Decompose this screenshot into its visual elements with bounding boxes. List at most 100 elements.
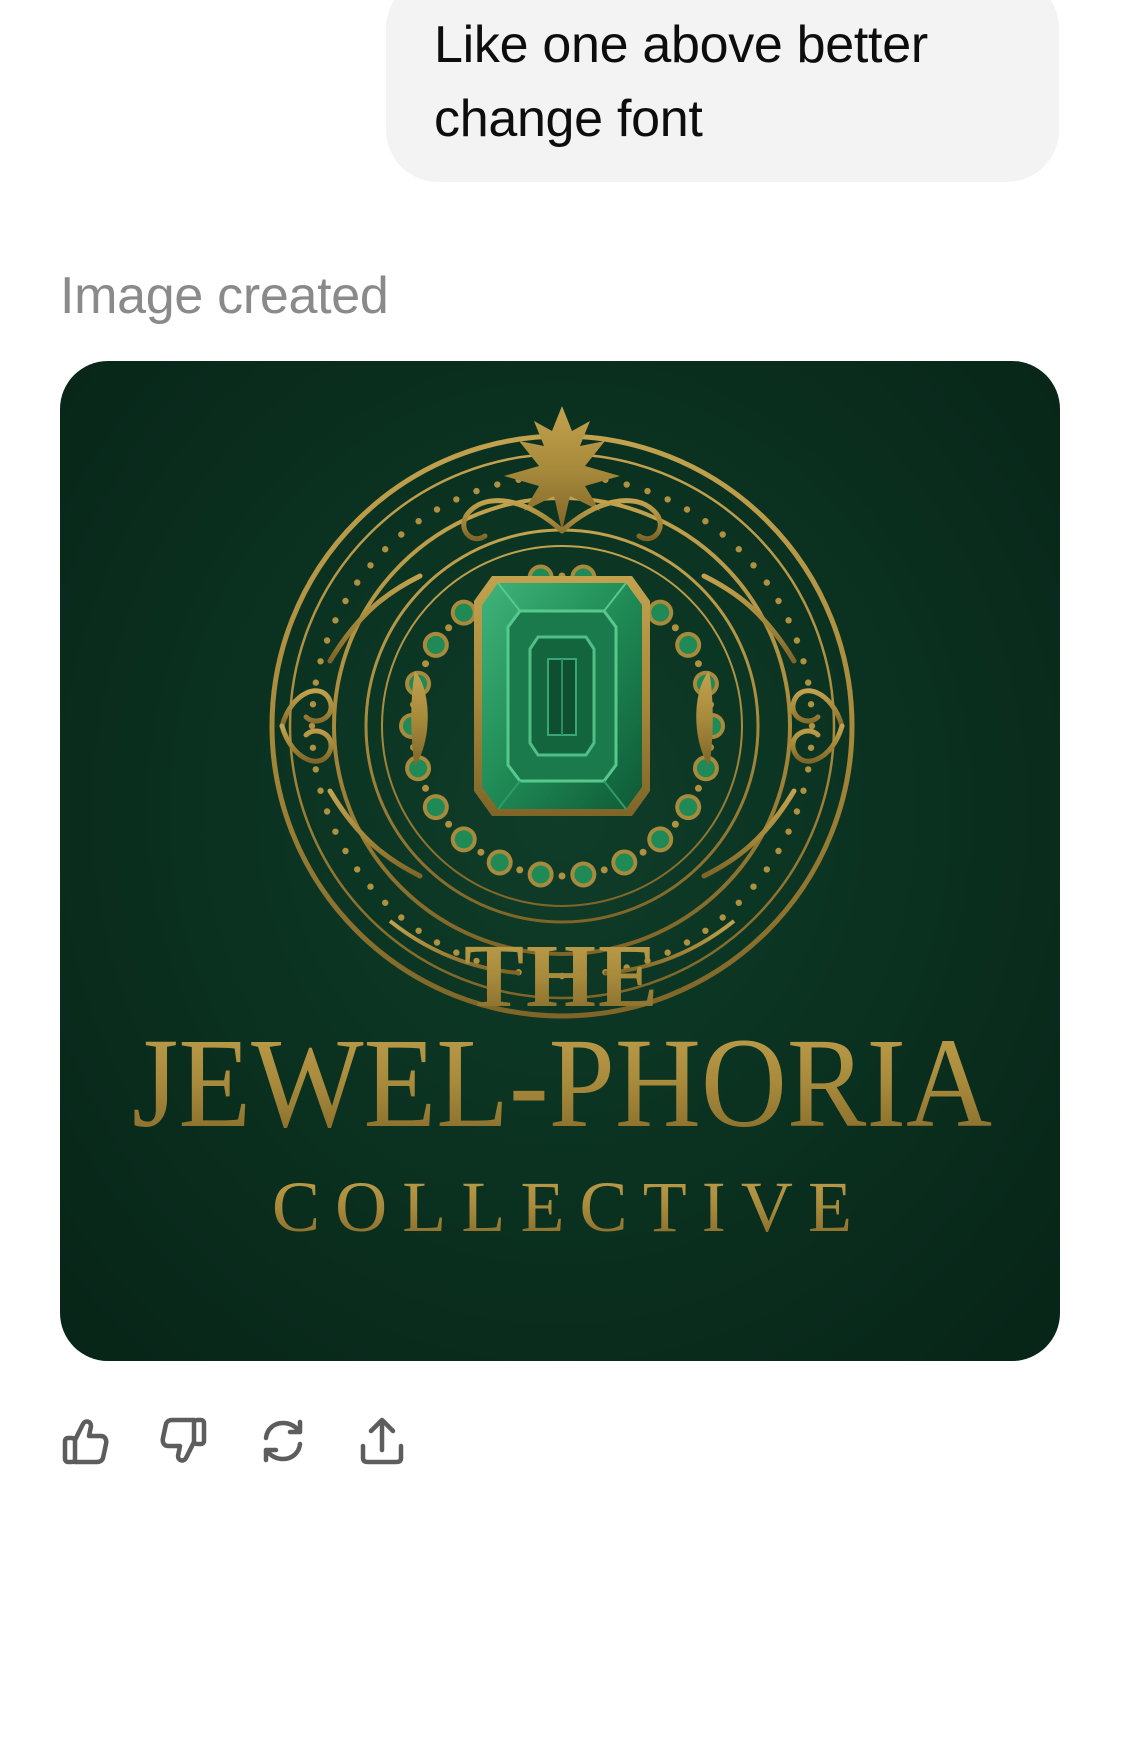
- band-dot: [332, 617, 339, 624]
- band-dot: [807, 701, 815, 708]
- bead-gem: [615, 853, 634, 872]
- band-dot: [805, 679, 812, 686]
- band-dot: [623, 481, 630, 488]
- band-dot: [312, 766, 319, 773]
- bead-gem: [454, 603, 473, 622]
- bead-gem: [409, 759, 428, 778]
- bead-gem: [490, 853, 509, 872]
- image-created-label: Image created: [60, 267, 389, 325]
- band-dot: [702, 927, 709, 934]
- regenerate-button[interactable]: [258, 1413, 308, 1469]
- bead-spacer: [671, 624, 679, 632]
- band-dot: [415, 518, 422, 525]
- band-dot: [453, 949, 460, 956]
- bead-gem: [651, 603, 670, 622]
- band-dot: [382, 899, 389, 906]
- band-dot: [398, 914, 405, 921]
- bead-spacer: [445, 820, 453, 828]
- band-dot: [323, 637, 331, 644]
- band-dot: [354, 579, 361, 586]
- band-dot: [494, 481, 501, 488]
- band-dot: [800, 787, 807, 794]
- band-dot: [398, 531, 405, 538]
- user-message-line-1: Like one above better: [434, 16, 928, 74]
- band-dot: [800, 658, 807, 665]
- bead-gem: [651, 830, 670, 849]
- band-dot: [683, 939, 691, 946]
- band-dot: [735, 546, 742, 553]
- logo-text-collective: COLLECTIVE: [272, 1167, 852, 1247]
- bead-gem: [574, 865, 593, 884]
- thumbs-up-button[interactable]: [60, 1413, 110, 1469]
- band-dot: [382, 546, 389, 553]
- bead-spacer: [639, 848, 647, 856]
- band-dot: [808, 722, 816, 730]
- bead-spacer: [671, 820, 679, 828]
- band-dot: [367, 562, 374, 569]
- band-dot: [793, 637, 801, 644]
- band-dot: [317, 787, 324, 794]
- response-actions: [60, 1413, 407, 1469]
- band-dot: [719, 914, 726, 921]
- bead-gem: [531, 865, 550, 884]
- bead-spacer: [694, 784, 702, 792]
- band-dot: [317, 658, 324, 665]
- band-dot: [702, 518, 709, 525]
- band-dot: [309, 744, 317, 751]
- band-dot: [719, 531, 726, 538]
- band-dot: [775, 847, 782, 855]
- band-dot: [775, 597, 782, 605]
- band-dot: [309, 701, 317, 708]
- band-dot: [342, 597, 349, 605]
- band-dot: [683, 506, 691, 513]
- bead-gem: [454, 830, 473, 849]
- band-dot: [367, 883, 374, 890]
- bead-gem: [679, 635, 698, 654]
- thumbs-down-icon: [160, 1417, 207, 1463]
- bead-gem: [426, 798, 445, 817]
- band-dot: [785, 828, 792, 835]
- band-dot: [664, 949, 671, 956]
- band-dot: [433, 939, 441, 946]
- user-message-bubble: Like one above better change font: [386, 0, 1059, 182]
- band-dot: [433, 506, 441, 513]
- share-icon: [360, 1417, 404, 1465]
- band-dot: [342, 847, 349, 855]
- band-dot: [785, 617, 792, 624]
- band-dot: [308, 722, 316, 730]
- band-dot: [805, 766, 812, 773]
- bead-gem: [696, 759, 715, 778]
- band-dot: [473, 487, 480, 495]
- band-dot: [312, 679, 319, 686]
- band-dot: [750, 883, 757, 890]
- band-dot: [323, 808, 331, 815]
- jewel-phoria-logo-art: THE JEWEL-PHORIA COLLECTIVE: [132, 406, 992, 1247]
- logo-text-name: JEWEL-PHORIA: [132, 1012, 992, 1154]
- user-message-line-2: change font: [434, 90, 703, 148]
- band-dot: [354, 866, 361, 873]
- bead-gem: [679, 798, 698, 817]
- band-dot: [664, 496, 671, 503]
- band-dot: [735, 899, 742, 906]
- bead-spacer: [600, 866, 608, 874]
- thumbs-down-button[interactable]: [159, 1413, 209, 1469]
- band-dot: [453, 496, 460, 503]
- band-dot: [763, 579, 770, 586]
- bead-spacer: [422, 660, 430, 668]
- thumbs-up-icon: [62, 1419, 109, 1465]
- bead-spacer: [694, 660, 702, 668]
- regenerate-icon: [263, 1419, 303, 1463]
- band-dot: [793, 808, 801, 815]
- band-dot: [807, 744, 815, 751]
- band-dot: [750, 562, 757, 569]
- bead-spacer: [422, 784, 430, 792]
- band-dot: [763, 866, 770, 873]
- bead-spacer: [558, 872, 566, 880]
- bead-gem: [426, 635, 445, 654]
- share-button[interactable]: [357, 1413, 407, 1469]
- band-dot: [332, 828, 339, 835]
- crest: [504, 406, 620, 531]
- bead-spacer: [445, 624, 453, 632]
- generated-image[interactable]: THE JEWEL-PHORIA COLLECTIVE: [60, 361, 1060, 1361]
- emerald-gem: [474, 576, 650, 816]
